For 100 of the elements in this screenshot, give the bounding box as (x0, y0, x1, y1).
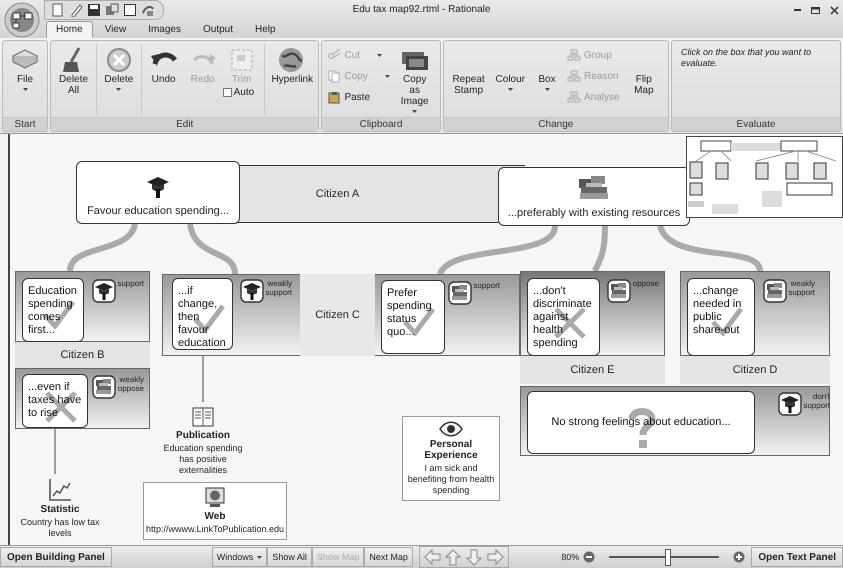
books-icon (763, 279, 787, 303)
evidence-text: Country has low tax levels (19, 517, 101, 539)
dropdown-arrow-icon (412, 110, 418, 113)
copy-icon (327, 69, 342, 83)
ribbon-button[interactable]: Delete (100, 44, 138, 93)
monitor-icon (204, 487, 226, 509)
down-arrow-icon[interactable] (466, 548, 483, 566)
reason-card[interactable]: Prefer spending status quo... (381, 280, 445, 354)
mortarboard-icon (778, 392, 802, 416)
hint-text: Click on the box that you want to evaluate. (680, 46, 812, 70)
open-text-panel-button[interactable]: Open Text Panel (751, 547, 843, 567)
new-file-icon (51, 3, 65, 17)
ribbon-button[interactable]: Flip Map (622, 44, 665, 98)
reason-card[interactable]: ...don't discriminate against health spending (527, 278, 600, 356)
up-arrow-icon[interactable] (444, 548, 462, 566)
owner-label: Citizen E (520, 356, 665, 384)
auto-checkbox[interactable]: Auto (222, 87, 254, 98)
tab[interactable]: Home (46, 21, 93, 38)
ribbon-button[interactable]: Undo (144, 44, 183, 87)
dropdown-arrow-icon (257, 556, 262, 558)
reason-text: ...if change, then favour education (177, 284, 227, 351)
pencil-icon (69, 3, 83, 17)
claim-card[interactable]: Favour education spending... (76, 161, 240, 224)
evaluation-label: weakly support (264, 279, 292, 297)
books-icon (92, 375, 116, 399)
evaluation-label: weakly support (787, 279, 815, 297)
maximize-icon (811, 6, 820, 14)
ribbon-button[interactable]: Colour (492, 44, 529, 93)
save-icon (87, 3, 101, 17)
dropdown-arrow-icon (377, 54, 382, 56)
window-title: Edu tax map92.rtml - Rationale (352, 4, 490, 15)
undo-icon (141, 3, 155, 17)
evidence-title: Publication (176, 430, 230, 441)
dropdown-arrow-icon (544, 88, 550, 91)
evaluation-label: don't support (802, 392, 830, 410)
reason-card[interactable]: Education spending comes first... (22, 278, 84, 342)
group-label: Evaluate (736, 118, 776, 131)
group-icon (567, 90, 581, 104)
zoom-out-icon[interactable] (583, 551, 596, 563)
reason-card[interactable]: ...even if taxes have to rise (22, 374, 88, 428)
group-icon (567, 48, 581, 62)
group-label: Start (14, 118, 36, 131)
chart-icon (48, 478, 72, 502)
claim-card[interactable]: ...preferably with existing resources (498, 167, 690, 226)
evidence-text: I am sick and benefiting from health spending (406, 463, 496, 496)
reason-text: ...even if taxes have to rise (27, 380, 82, 421)
toolbar-button[interactable]: Show All (267, 547, 312, 567)
tab[interactable]: Help (245, 21, 286, 38)
group-label: Change (538, 118, 574, 131)
evidence-box[interactable]: Personal Experience I am sick and benefiting from health spending (402, 416, 500, 501)
group-label: Clipboard (360, 118, 402, 131)
ribbon-button[interactable]: Delete All (54, 44, 93, 98)
connector-line (592, 226, 608, 272)
open-building-panel-button[interactable]: Open Building Panel (0, 547, 112, 567)
slider-thumb[interactable] (664, 548, 671, 566)
square-icon (123, 3, 137, 17)
scissors-icon (327, 48, 342, 62)
ribbon-button[interactable]: Repeat Stamp (446, 44, 491, 98)
dropdown-arrow-icon (384, 74, 390, 78)
ribbon-button[interactable]: File (6, 44, 44, 93)
left-arrow-icon[interactable] (424, 548, 441, 566)
evidence-text: Education spending has positive externalities (162, 443, 244, 476)
reason-card[interactable]: ...if change, then favour education (172, 278, 233, 350)
reason-card[interactable]: No strong feelings about education... (527, 391, 755, 454)
toolbar-button[interactable]: Windows (212, 547, 268, 567)
evaluation-label: support (116, 279, 144, 288)
dropdown-arrow-icon (508, 88, 513, 91)
books-icon (607, 279, 631, 303)
owner-label: Citizen C (300, 274, 375, 356)
group-icon (567, 69, 581, 83)
reason-text: ...change needed in public share-out (692, 284, 742, 338)
zoom-reading: 80% (561, 552, 580, 562)
evidence-box[interactable]: Web http://wwww.LinkToPublication.edu (143, 482, 287, 540)
connector-line (187, 223, 238, 274)
paste-icon (327, 90, 342, 104)
ribbon-button[interactable]: Paste (325, 88, 372, 106)
dropdown-arrow-icon (116, 88, 122, 91)
ribbon-button[interactable]: Copy as Image (392, 44, 437, 115)
ribbon-button[interactable]: Box (530, 44, 564, 93)
zoom-in-icon[interactable] (733, 551, 746, 563)
dropdown-arrow-icon (22, 88, 28, 91)
right-arrow-icon[interactable] (486, 548, 504, 566)
ribbon-button[interactable]: Hyperlink (267, 44, 316, 87)
reason-card[interactable]: ...change needed in public share-out (687, 278, 755, 356)
tab[interactable]: Images (138, 21, 191, 38)
eye-icon (439, 421, 463, 437)
reason-text: No strong feelings about education... (550, 415, 732, 430)
evaluation-label: weakly oppose (116, 375, 144, 393)
tab[interactable]: View (94, 21, 136, 38)
evidence-title: Web (204, 511, 226, 522)
connector-line (54, 428, 56, 474)
evaluation-label: oppose (632, 279, 659, 288)
owner-label: Citizen B (15, 342, 150, 368)
minimize-icon (794, 9, 801, 11)
toolbar-button[interactable]: Next Map (364, 547, 413, 567)
evaluation-label: support (472, 281, 500, 290)
reason-text: Prefer spending status quo... (386, 286, 433, 340)
books-icon (448, 281, 472, 305)
group-label: Edit (176, 118, 194, 131)
tab[interactable]: Output (192, 21, 244, 38)
